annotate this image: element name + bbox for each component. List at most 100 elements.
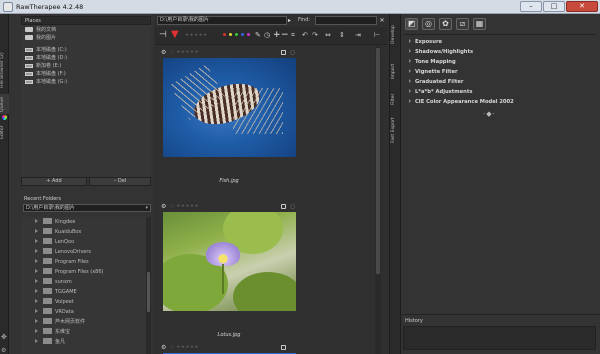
places-item[interactable]: 我的文档 — [21, 26, 151, 34]
minimize-button[interactable]: – — [520, 1, 542, 12]
edit-icon[interactable]: ⚙ — [161, 344, 166, 351]
process-icon[interactable]: ◌ — [290, 49, 295, 56]
transform-tab-icon[interactable]: ⧄ — [456, 18, 469, 30]
close-button[interactable]: ✕ — [566, 1, 598, 12]
close-icon[interactable]: ✕ — [378, 16, 386, 25]
tab-queue[interactable]: Queue — [0, 94, 9, 114]
places-item[interactable]: 本地磁盘 (G:) — [21, 78, 151, 86]
filter-bar-icon[interactable]: ⊣ — [159, 30, 167, 40]
recent-icon[interactable]: ◷ — [264, 31, 270, 39]
tree-scrollbar[interactable] — [146, 217, 151, 354]
rank-filter[interactable]: ★★★★★ — [185, 33, 208, 38]
color-tab-icon[interactable]: ✿ — [439, 18, 452, 30]
tree-item[interactable]: VRData — [21, 308, 151, 316]
expand-icon — [409, 49, 411, 53]
history-list[interactable] — [403, 326, 596, 350]
tool-shadows-highlights[interactable]: Shadows/Highlights — [409, 48, 473, 56]
tab-import[interactable]: Import — [391, 58, 400, 84]
expand-icon — [35, 299, 38, 303]
fish-image — [163, 58, 296, 157]
tool-lab-adjustments[interactable]: L*a*b* Adjustments — [409, 88, 472, 96]
thumbnail-selected[interactable]: ⚙ ○ ★★★★★ — [159, 343, 299, 354]
tree-item[interactable]: KuaiduBox — [21, 228, 151, 236]
crop-icon[interactable]: ⌗ — [291, 31, 295, 40]
rank-stars[interactable]: ○ ★★★★★ — [170, 50, 199, 55]
tab-develop[interactable]: Develop — [391, 18, 400, 52]
browser-scrollbar[interactable] — [375, 46, 381, 354]
tool-ciecam02[interactable]: CIE Color Appearance Model 2002 — [409, 98, 514, 106]
places-item[interactable]: 新加卷 (E:) — [21, 62, 151, 70]
rank-stars[interactable]: ○ ★★★★★ — [170, 345, 199, 350]
edit-icon[interactable]: ⚙ — [161, 49, 166, 56]
settings-icon[interactable]: ⚙ — [1, 347, 8, 354]
zoom-in-icon[interactable]: + — [273, 30, 281, 40]
tool-graduated-filter[interactable]: Graduated Filter — [409, 78, 463, 86]
add-place-button[interactable]: + Add — [21, 177, 87, 186]
tab-editor[interactable]: Editor — [0, 122, 9, 142]
rotate-right-icon[interactable]: ↷ — [312, 31, 318, 39]
exposure-tab-icon[interactable]: ◩ — [405, 18, 418, 30]
tree-item[interactable]: 芦木网页软件 — [21, 318, 151, 326]
rank-stars[interactable]: ○ ★★★★★ — [170, 204, 199, 209]
tab-filter[interactable]: Filter — [391, 88, 400, 110]
expand-icon — [35, 279, 38, 283]
filter-icon[interactable]: ▼ — [171, 29, 179, 40]
flip-horizontal-icon[interactable]: ⇔ — [325, 31, 331, 39]
folder-icon — [43, 248, 52, 254]
tree-item[interactable]: Kingdee — [21, 218, 151, 226]
tool-exposure[interactable]: Exposure — [409, 38, 442, 46]
tool-vignette-filter[interactable]: Vignette Filter — [409, 68, 458, 76]
file-browser: D:\用户目录\我的图片 ▸ Find: ✕ ⊣ ▼ ★★★★★ ✎ ◷ + −… — [155, 14, 387, 354]
tree-item[interactable]: 东维宝 — [21, 328, 151, 336]
tree-item[interactable]: LenQoo — [21, 238, 151, 246]
process-icon[interactable]: ◌ — [290, 203, 295, 210]
color-label-red[interactable] — [223, 33, 226, 36]
thumbnail-lotus[interactable]: ⚙ ○ ★★★★★ ◌ Lotus.jpg — [159, 202, 299, 347]
tree-item[interactable]: TGGAME — [21, 288, 151, 296]
folder-icon — [43, 298, 52, 304]
scrollbar-thumb[interactable] — [147, 272, 150, 312]
find-input[interactable] — [315, 16, 377, 25]
edited-icon[interactable]: ✎ — [255, 31, 261, 39]
trash-icon[interactable] — [281, 204, 286, 209]
places-item[interactable]: 本地磁盘 (D:) — [21, 54, 151, 62]
tab-file-browser[interactable]: File Browser (2) — [0, 50, 9, 90]
tree-item[interactable]: sunxm — [21, 278, 151, 286]
maximize-button[interactable]: □ — [543, 1, 565, 12]
trash-icon[interactable] — [281, 345, 286, 350]
color-label-green[interactable] — [235, 33, 238, 36]
color-label-yellow[interactable] — [229, 33, 232, 36]
raw-tab-icon[interactable]: ▦ — [473, 18, 486, 30]
zoom-out-icon[interactable]: − — [281, 30, 289, 40]
tab-fast-export[interactable]: Fast Export — [391, 112, 400, 148]
tool-tone-mapping[interactable]: Tone Mapping — [409, 58, 456, 66]
trash-icon[interactable] — [281, 50, 286, 55]
places-item[interactable]: 本地磁盘 (C:) — [21, 46, 151, 54]
path-field[interactable]: D:\用户目录\我的图片 — [157, 16, 287, 25]
thumbnail-fish[interactable]: ⚙ ○ ★★★★★ ◌ Fish.jpg — [159, 48, 299, 193]
scrollbar-thumb[interactable] — [376, 48, 380, 274]
color-label-blue[interactable] — [241, 33, 244, 36]
recent-folders-label: Recent Folders — [24, 196, 61, 202]
tree-item[interactable]: Volpeet — [21, 298, 151, 306]
recent-folders-select[interactable]: D:\用户目录\我的图片 ▾ — [23, 204, 151, 212]
edit-icon[interactable]: ⚙ — [161, 203, 166, 210]
places-item[interactable]: 本地磁盘 (F:) — [21, 70, 151, 78]
tree-item[interactable]: 鱼凡 — [21, 338, 151, 346]
places-list: 我的文档 我的图片 本地磁盘 (C:) 本地磁盘 (D:) 新加卷 (E:) 本… — [21, 25, 151, 177]
detail-tab-icon[interactable]: ◎ — [422, 18, 435, 30]
tree-item[interactable]: Program Files (x86) — [21, 268, 151, 276]
folder-icon — [43, 338, 52, 344]
places-item[interactable]: 我的图片 — [21, 34, 151, 42]
flip-vertical-icon[interactable]: ⇕ — [339, 31, 345, 39]
tree-item[interactable]: LenovoDrivers — [21, 248, 151, 256]
send-to-queue-icon[interactable]: ⇥ — [355, 31, 361, 39]
folder-icon — [43, 268, 52, 274]
rotate-left-icon[interactable]: ↶ — [302, 31, 308, 39]
color-label-purple[interactable] — [247, 33, 250, 36]
tree-item[interactable]: Program Files — [21, 258, 151, 266]
delete-place-button[interactable]: – Del — [89, 177, 151, 186]
move-icon[interactable]: ✥ — [1, 334, 8, 341]
browse-arrow-icon[interactable]: ▸ — [288, 16, 296, 25]
panel-toggle-icon[interactable]: ⊢ — [374, 31, 380, 39]
